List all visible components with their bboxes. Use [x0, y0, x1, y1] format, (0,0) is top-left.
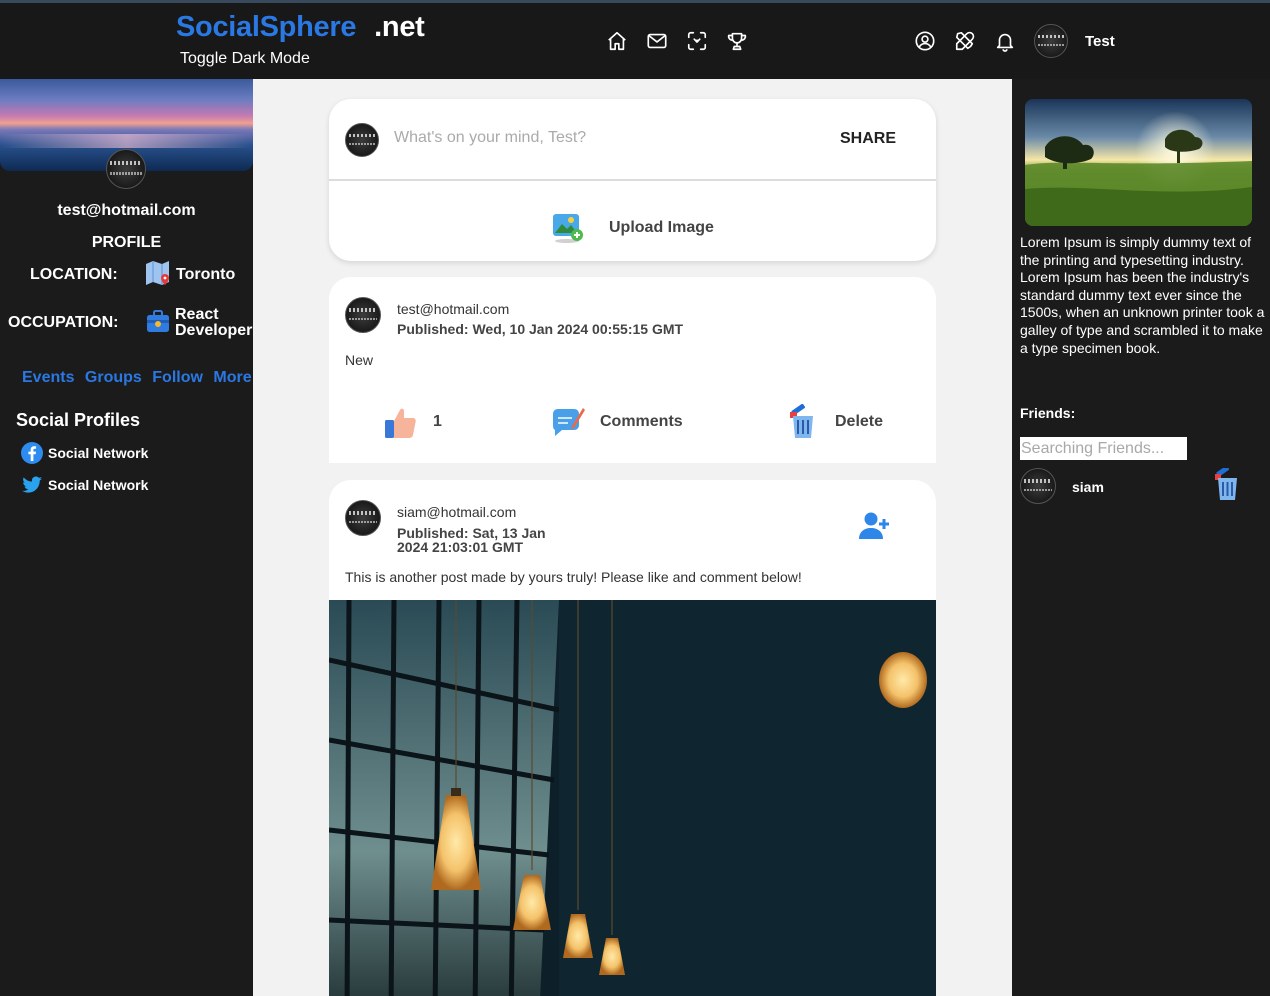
post-composer: What's on your mind, Test? SHARE Upload … [329, 99, 936, 261]
occupation-value: React Developer [175, 307, 252, 339]
add-friend-button[interactable] [858, 510, 890, 542]
link-more[interactable]: More [213, 369, 251, 386]
image-add-icon [553, 214, 583, 243]
post-date-line-1: Published: Sat, 13 Jan [397, 525, 546, 541]
composer-avatar [345, 123, 379, 157]
social-item-label: Social Network [48, 445, 149, 461]
upload-image-button[interactable]: Upload Image [551, 211, 714, 245]
comments-button[interactable]: Comments [550, 404, 683, 440]
share-button[interactable]: SHARE [840, 130, 896, 148]
post-text: This is another post made by yours truly… [345, 569, 802, 585]
post-date: Published: Wed, 10 Jan 2024 00:55:15 GMT [397, 321, 684, 337]
post-card: siam@hotmail.com Published: Sat, 13 Jan … [329, 480, 936, 996]
brand-name: SocialSphere [176, 11, 357, 43]
link-events[interactable]: Events [22, 369, 74, 386]
friend-name: siam [1072, 479, 1104, 495]
profile-heading: PROFILE [91, 234, 162, 251]
brand-logo[interactable]: SocialSphere .net [176, 11, 425, 44]
map-icon [145, 260, 171, 286]
trash-icon [790, 404, 813, 438]
feed: What's on your mind, Test? SHARE Upload … [253, 79, 1012, 996]
profile-avatar[interactable] [106, 149, 146, 189]
trophy-icon[interactable] [725, 29, 749, 53]
lamps-photo [329, 600, 936, 996]
post-image[interactable] [329, 600, 936, 996]
social-item-facebook[interactable]: Social Network [20, 441, 148, 465]
delete-button[interactable]: Delete [787, 404, 883, 440]
link-groups[interactable]: Groups [85, 369, 142, 386]
social-item-twitter[interactable]: Social Network [20, 473, 148, 497]
occupation-label: OCCUPATION: [8, 314, 119, 331]
profile-email: test@hotmail.com [57, 202, 196, 219]
friends-heading: Friends: [1020, 405, 1076, 421]
home-icon[interactable] [605, 29, 629, 53]
composer-divider [329, 179, 936, 181]
comments-label: Comments [600, 413, 683, 430]
post-date-line-2: 2024 21:03:01 GMT [397, 539, 524, 555]
user-name[interactable]: Test [1085, 33, 1115, 50]
trash-icon [1215, 465, 1237, 500]
left-sidebar: test@hotmail.com PROFILE LOCATION: Toron… [0, 79, 253, 996]
profile-links: Events Groups Follow More [22, 369, 258, 387]
occupation-line-1: React [175, 306, 219, 323]
add-user-icon [859, 512, 889, 539]
twitter-icon [22, 476, 42, 493]
friend-item[interactable]: siam [1020, 465, 1260, 504]
post-author[interactable]: siam@hotmail.com [397, 504, 516, 520]
social-profiles-heading: Social Profiles [16, 410, 141, 430]
top-navbar: SocialSphere .net Toggle Dark Mode Test [0, 3, 1270, 79]
post-date: Published: Sat, 13 Jan 2024 21:03:01 GMT [397, 526, 546, 554]
like-button[interactable]: 1 [383, 404, 442, 440]
featured-image [1025, 99, 1252, 226]
link-follow[interactable]: Follow [152, 369, 203, 386]
post-author[interactable]: test@hotmail.com [397, 301, 509, 317]
briefcase-icon [145, 308, 171, 334]
post-author-avatar[interactable] [345, 500, 381, 536]
location-label: LOCATION: [30, 266, 118, 283]
delete-label: Delete [835, 413, 884, 430]
user-avatar[interactable] [1034, 24, 1068, 58]
post-card: test@hotmail.com Published: Wed, 10 Jan … [329, 277, 936, 463]
facebook-icon [21, 442, 43, 464]
post-input[interactable]: What's on your mind, Test? [394, 129, 586, 147]
user-circle-icon[interactable] [913, 29, 937, 53]
remove-friend-button[interactable] [1213, 465, 1241, 502]
search-friends-input[interactable] [1020, 437, 1187, 460]
toggle-dark-mode[interactable]: Toggle Dark Mode [180, 50, 310, 68]
mail-icon[interactable] [645, 29, 669, 53]
brand-suffix: .net [374, 11, 425, 43]
right-sidebar: Lorem Ipsum is simply dummy text of the … [1012, 79, 1270, 996]
focus-icon[interactable] [685, 29, 709, 53]
bell-icon[interactable] [993, 29, 1017, 53]
like-count: 1 [433, 413, 442, 430]
lorem-text: Lorem Ipsum is simply dummy text of the … [1020, 234, 1265, 356]
friend-avatar [1020, 468, 1056, 504]
upload-image-label: Upload Image [609, 219, 714, 236]
post-author-avatar[interactable] [345, 297, 381, 333]
thumbs-up-icon [385, 408, 416, 438]
post-text: New [345, 352, 374, 368]
social-item-label: Social Network [48, 477, 149, 493]
location-value: Toronto [176, 266, 236, 283]
occupation-line-2: Developer [175, 322, 253, 339]
tools-icon[interactable] [953, 29, 977, 53]
comment-icon [553, 408, 585, 436]
